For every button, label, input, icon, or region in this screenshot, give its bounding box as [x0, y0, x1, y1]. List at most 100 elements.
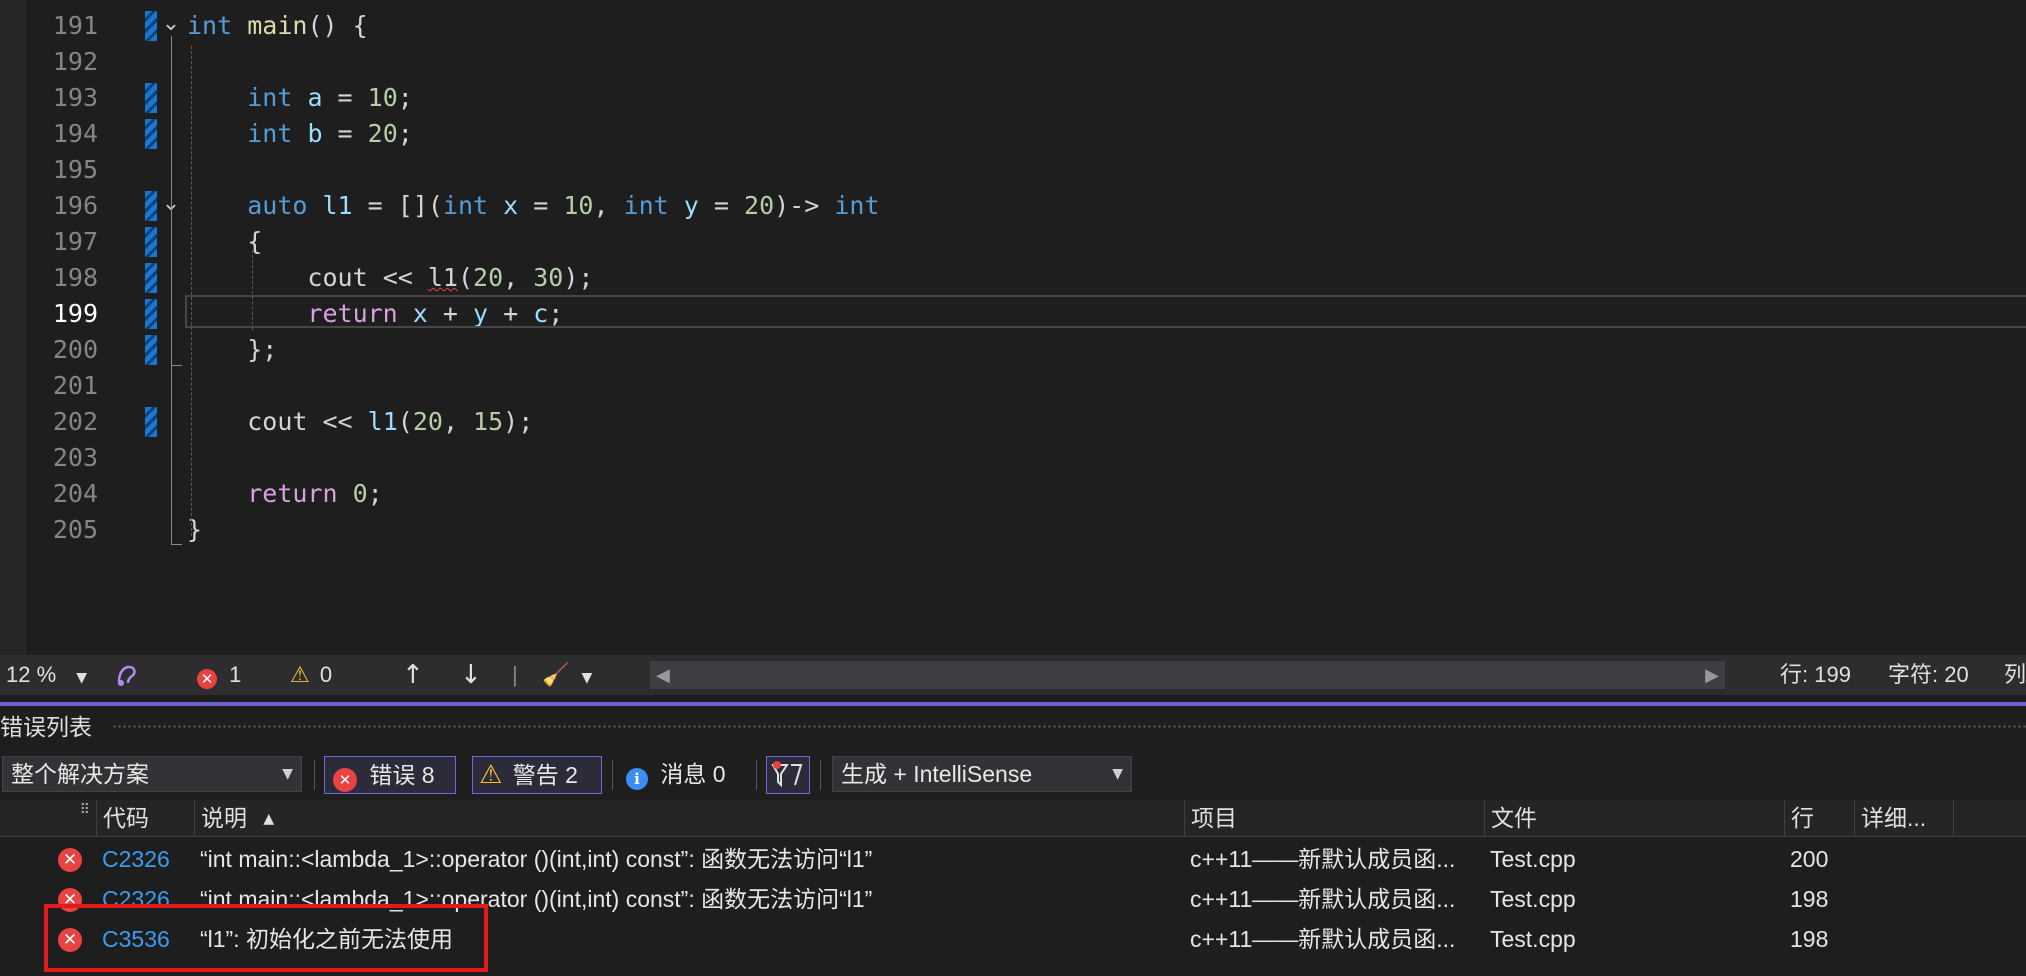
code-line[interactable]: 204 return 0; — [0, 476, 2026, 512]
error-row[interactable]: ✕ C2326 “int main::<lambda_1>::operator ()… — [0, 839, 2026, 879]
source-dropdown[interactable]: 生成 + IntelliSense ▼ — [832, 756, 1132, 792]
broom-icon: 🧹 — [542, 663, 570, 688]
code-token: ( — [457, 263, 474, 292]
code-text: cout << l1(20, 15); — [187, 404, 533, 440]
code-line[interactable]: 192 — [0, 44, 2026, 80]
line-number: 205 — [52, 515, 98, 544]
panel-titlebar[interactable]: 错误列表 — [0, 706, 2026, 748]
filter-button[interactable] — [766, 756, 810, 794]
divider: | — [512, 662, 518, 687]
warning-count[interactable]: ⚠ 0 — [290, 655, 332, 695]
column-desc-label: 说明 — [201, 805, 247, 831]
code-token: ); — [563, 263, 594, 292]
titlebar-grip — [112, 724, 2026, 730]
error-file: Test.cpp — [1490, 886, 1576, 912]
line-number: 193 — [52, 83, 98, 112]
error-list-header: ⠿ 代码 说明 ▲ 项目 文件 行 详细... — [0, 800, 2026, 837]
messages-filter-button[interactable]: i 消息 0 — [626, 756, 748, 794]
code-token: 20 — [473, 263, 504, 292]
errors-filter-button[interactable]: ✕ 错误 8 — [324, 756, 456, 794]
error-squiggle-token: l1 — [427, 263, 458, 292]
grip-icon: ⠿ — [79, 802, 90, 818]
line-indicator[interactable]: 行: 199 — [1780, 655, 1851, 695]
arrow-up-icon[interactable]: ↑ — [402, 655, 424, 695]
column-code-header[interactable]: 代码 — [96, 800, 194, 836]
code-token: int — [442, 191, 489, 220]
column-detail-header[interactable]: 详细... — [1854, 800, 1954, 836]
toolbar-separator — [756, 760, 757, 790]
messages-filter-label: 消息 0 — [660, 761, 726, 787]
code-line[interactable]: 197 { — [0, 224, 2026, 260]
code-text: { — [187, 224, 262, 260]
change-marker — [145, 11, 157, 41]
zoom-selector[interactable]: 12 % ▼ — [6, 655, 87, 695]
editor-status-bar: 12 % ▼ ✕ 1 ⚠ 0 ↑ ↓ | 🧹 ▼ ◀ ▶ 行: 199 字符: … — [0, 655, 2026, 695]
code-line[interactable]: 194 int b = 20; — [0, 116, 2026, 152]
code-editor[interactable]: 191 ⌄ int main() {192 193 int a = 10; 194 in… — [0, 0, 2026, 655]
scroll-left-icon[interactable]: ◀ — [656, 661, 670, 689]
error-file: Test.cpp — [1490, 926, 1576, 952]
code-line[interactable]: 191 ⌄ int main() { — [0, 8, 2026, 44]
fold-bracket — [171, 36, 182, 545]
code-token: , — [593, 191, 624, 220]
code-token: ; — [397, 83, 413, 112]
code-token: ; — [367, 479, 383, 508]
code-line[interactable]: 198 cout << l1(20, 30); — [0, 260, 2026, 296]
error-line: 198 — [1790, 886, 1829, 912]
scope-dropdown[interactable]: 整个解决方案 ▼ — [2, 756, 302, 792]
code-line[interactable]: 203 — [0, 440, 2026, 476]
code-text: } — [187, 512, 202, 548]
error-list-toolbar: 整个解决方案 ▼ ✕ 错误 8 ⚠ 警告 2 i 消息 0 生成 + Intel… — [0, 750, 2026, 796]
code-line[interactable]: 195 — [0, 152, 2026, 188]
code-text: int main() { — [187, 8, 368, 44]
line-number: 200 — [52, 335, 98, 364]
code-token: , — [442, 407, 474, 436]
arrow-down-icon[interactable]: ↓ — [460, 655, 482, 695]
error-code[interactable]: C2326 — [96, 839, 194, 879]
change-marker — [145, 119, 157, 149]
code-token: return — [247, 479, 338, 508]
char-indicator[interactable]: 字符: 20 — [1888, 655, 1969, 695]
code-token: int — [247, 83, 293, 112]
scope-value: 整个解决方案 — [11, 761, 149, 787]
line-number: 201 — [52, 371, 98, 400]
warnings-filter-button[interactable]: ⚠ 警告 2 — [472, 756, 602, 794]
code-token: y — [683, 191, 699, 220]
column-icon-header[interactable]: ⠿ — [44, 800, 96, 836]
code-line[interactable]: 196 ⌄ auto l1 = [](int x = 10, int y = 20… — [0, 188, 2026, 224]
code-token: int — [187, 11, 233, 40]
column-line-header[interactable]: 行 — [1784, 800, 1854, 836]
code-line[interactable]: 205} — [0, 512, 2026, 548]
column-desc-header[interactable]: 说明 ▲ — [194, 800, 1184, 836]
code-token: = — [322, 83, 368, 112]
zoom-level: 12 % — [6, 662, 57, 687]
line-number: 197 — [52, 227, 98, 256]
chevron-down-icon: ▼ — [282, 766, 293, 782]
code-cleanup-button[interactable]: 🧹 ▼ — [542, 655, 592, 695]
code-line[interactable]: 200 }; — [0, 332, 2026, 368]
error-count[interactable]: ✕ 1 — [197, 655, 241, 695]
column-project-header[interactable]: 项目 — [1184, 800, 1484, 836]
line-number: 194 — [52, 119, 98, 148]
code-line[interactable]: 193 int a = 10; — [0, 80, 2026, 116]
change-marker — [145, 407, 157, 437]
code-token: auto — [247, 191, 308, 220]
change-marker — [145, 191, 157, 221]
code-token: ; — [397, 119, 413, 148]
horizontal-scrollbar[interactable]: ◀ ▶ — [650, 661, 1725, 689]
code-line[interactable]: 202 cout << l1(20, 15); — [0, 404, 2026, 440]
column-file-header[interactable]: 文件 — [1484, 800, 1784, 836]
error-icon: ✕ — [58, 848, 82, 872]
error-count-value: 1 — [229, 662, 242, 687]
col-indicator[interactable]: 列 — [2004, 655, 2026, 695]
code-token: () { — [307, 11, 368, 40]
scroll-right-icon[interactable]: ▶ — [1705, 661, 1719, 689]
error-line: 198 — [1790, 926, 1829, 952]
code-token: x — [503, 191, 519, 220]
intellisense-icon[interactable] — [114, 655, 140, 695]
code-line[interactable]: 201 — [0, 368, 2026, 404]
